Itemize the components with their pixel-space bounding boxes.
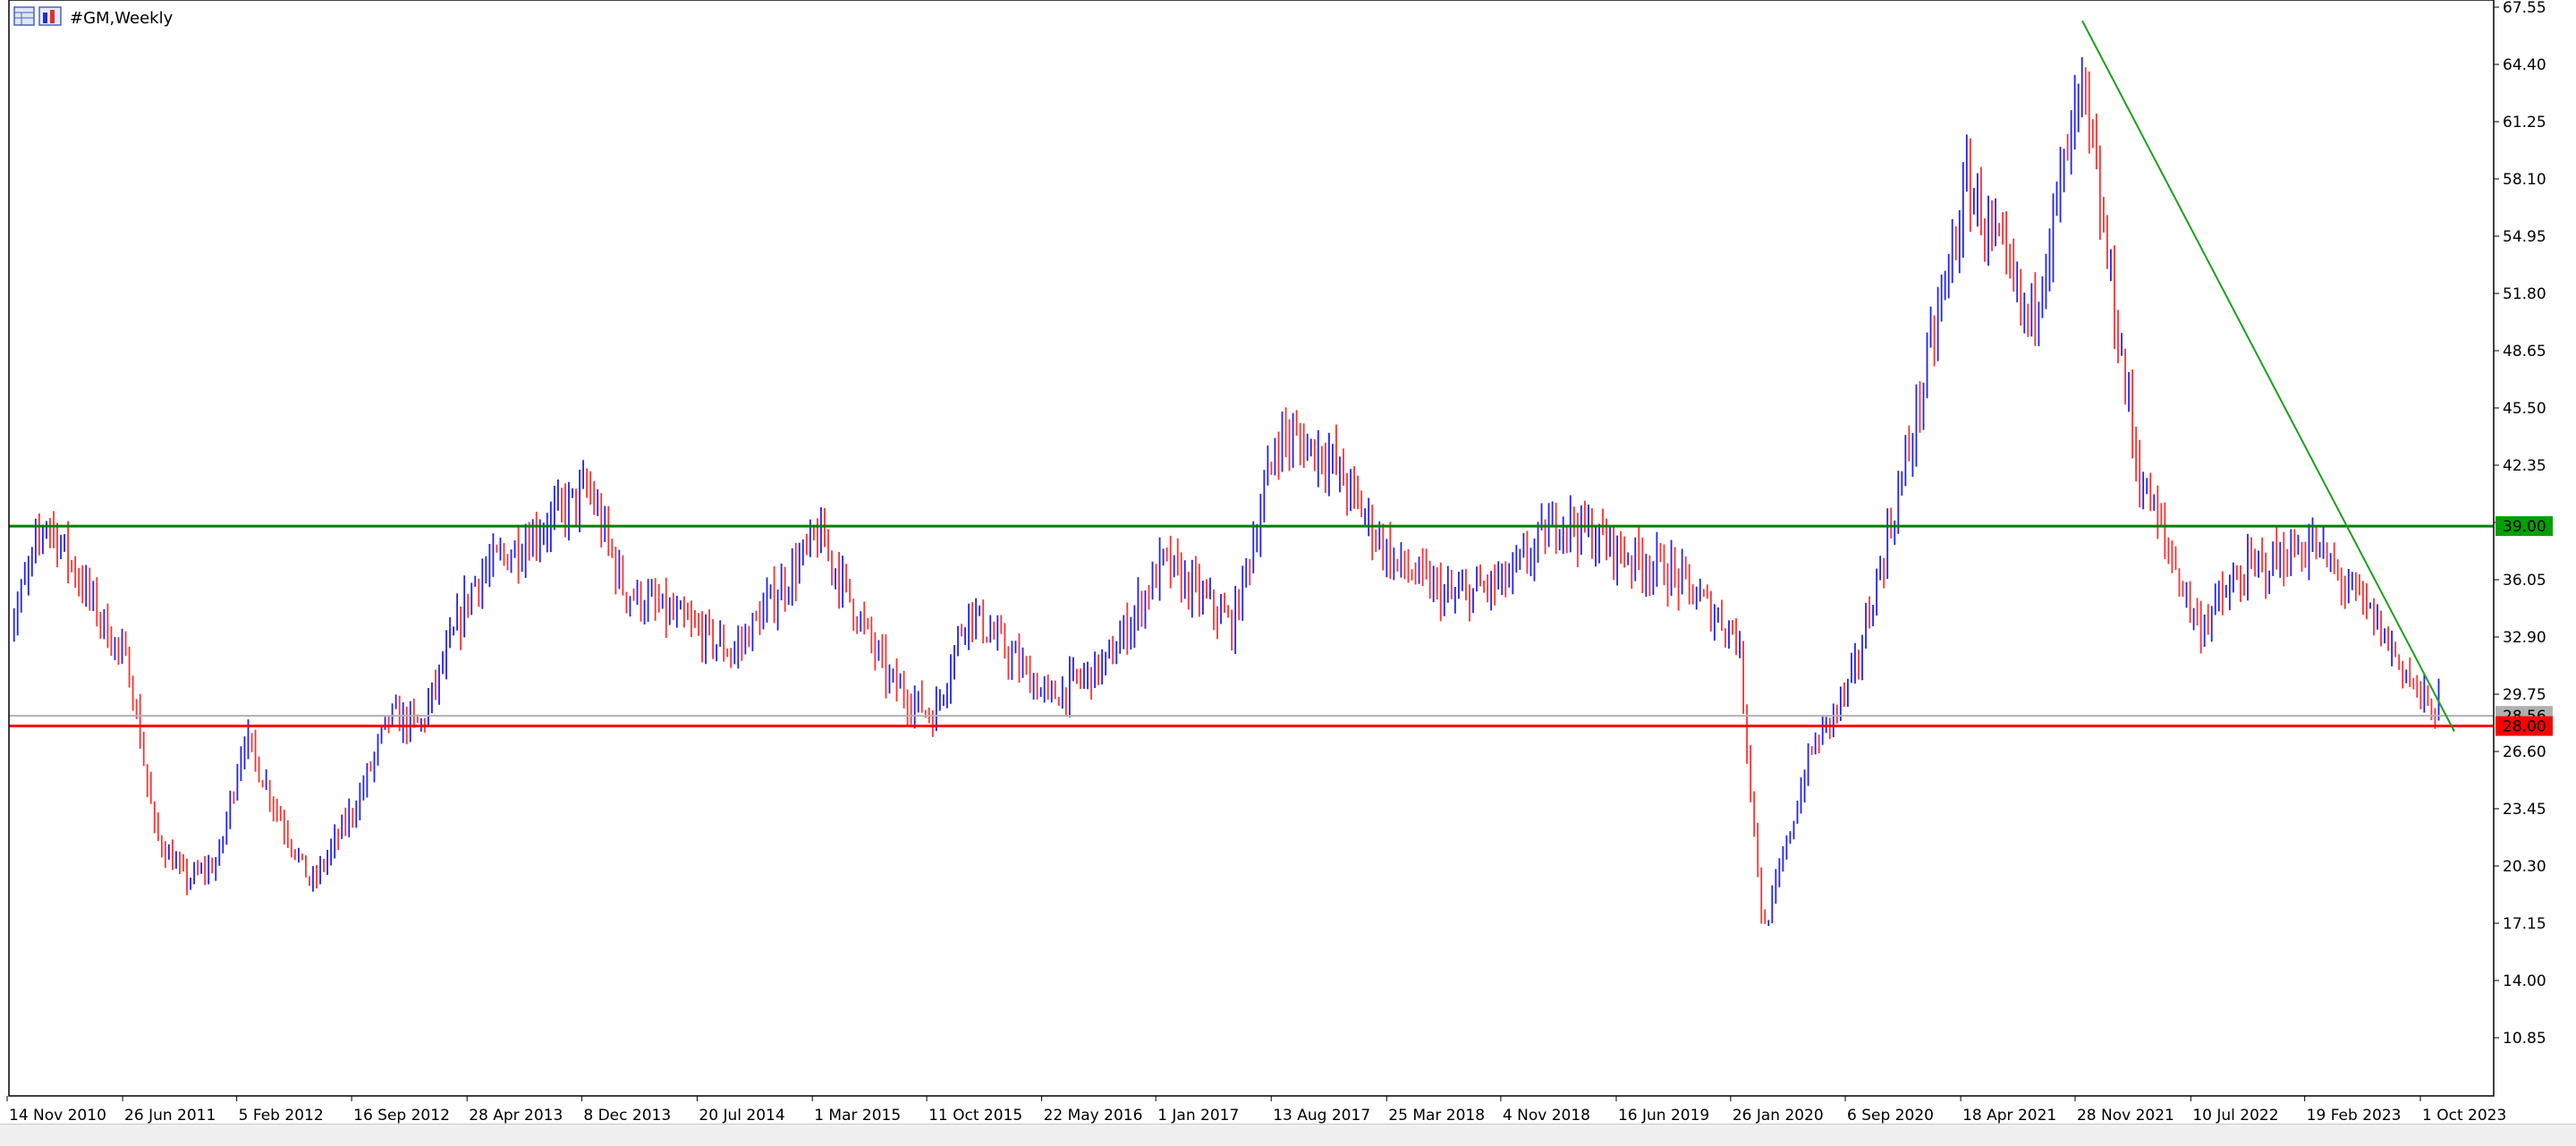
x-tick-label: 14 Nov 2010 — [9, 1107, 106, 1125]
x-tick-label: 13 Aug 2017 — [1273, 1107, 1370, 1125]
y-tick-label: 45.50 — [2503, 400, 2546, 418]
x-tick-label: 26 Jun 2011 — [124, 1107, 216, 1125]
y-tick-label: 48.65 — [2503, 343, 2546, 361]
x-tick-label: 19 Feb 2023 — [2307, 1107, 2402, 1125]
y-tick-label: 61.25 — [2503, 114, 2546, 132]
y-tick-label: 36.05 — [2503, 572, 2546, 590]
x-tick-label: 5 Feb 2012 — [239, 1107, 324, 1125]
chart-title: #GM,Weekly — [70, 9, 174, 28]
y-tick-label: 67.55 — [2503, 0, 2546, 17]
x-tick-label: 28 Apr 2013 — [469, 1107, 563, 1125]
y-tick-label: 64.40 — [2503, 56, 2546, 74]
x-tick-label: 25 Mar 2018 — [1388, 1107, 1485, 1125]
x-tick-label: 1 Oct 2023 — [2422, 1107, 2506, 1125]
y-tick-label: 51.80 — [2503, 285, 2546, 303]
y-tick-label: 26.60 — [2503, 743, 2546, 761]
y-tick-label: 14.00 — [2503, 972, 2546, 990]
resistance-price-label: 39.00 — [2496, 516, 2553, 537]
y-tick-label: 20.30 — [2503, 858, 2546, 876]
x-tick-label: 8 Dec 2013 — [583, 1107, 671, 1125]
x-tick-label: 26 Jan 2020 — [1733, 1107, 1824, 1125]
x-tick-label: 18 Apr 2021 — [1962, 1107, 2056, 1125]
y-tick-label: 54.95 — [2503, 228, 2546, 246]
bottom-status-strip — [0, 1124, 2576, 1146]
x-tick-label: 16 Sep 2012 — [353, 1107, 450, 1125]
y-tick-label: 29.75 — [2503, 686, 2546, 704]
x-tick-label: 20 Jul 2014 — [699, 1107, 784, 1125]
svg-text:39.00: 39.00 — [2503, 518, 2546, 536]
price-chart[interactable]: 67.55 64.40 61.25 58.10 54.95 51.80 48.65 45.50… — [0, 0, 2576, 1145]
y-tick-label: 23.45 — [2503, 801, 2546, 819]
x-tick-label: 6 Sep 2020 — [1847, 1107, 1934, 1125]
x-tick-label: 1 Jan 2017 — [1157, 1107, 1239, 1125]
x-tick-label: 22 May 2016 — [1044, 1107, 1143, 1125]
x-tick-label: 28 Nov 2021 — [2077, 1107, 2174, 1125]
svg-text:28.00: 28.00 — [2503, 718, 2546, 736]
x-tick-label: 10 Jul 2022 — [2192, 1107, 2278, 1125]
y-tick-label: 58.10 — [2503, 171, 2546, 189]
y-tick-label: 32.90 — [2503, 629, 2546, 647]
x-tick-label: 11 Oct 2015 — [928, 1107, 1022, 1125]
support-price-label: 28.00 — [2496, 716, 2553, 736]
table-icon — [13, 6, 35, 26]
indicator-icon — [38, 6, 62, 26]
y-tick-label: 17.15 — [2503, 915, 2546, 933]
x-tick-label: 4 Nov 2018 — [1503, 1107, 1590, 1125]
y-tick-label: 42.35 — [2503, 457, 2546, 475]
chart-background — [0, 0, 2576, 1145]
x-tick-label: 16 Jun 2019 — [1618, 1107, 1709, 1125]
x-tick-label: 1 Mar 2015 — [814, 1107, 901, 1125]
y-tick-label: 10.85 — [2503, 1030, 2546, 1048]
